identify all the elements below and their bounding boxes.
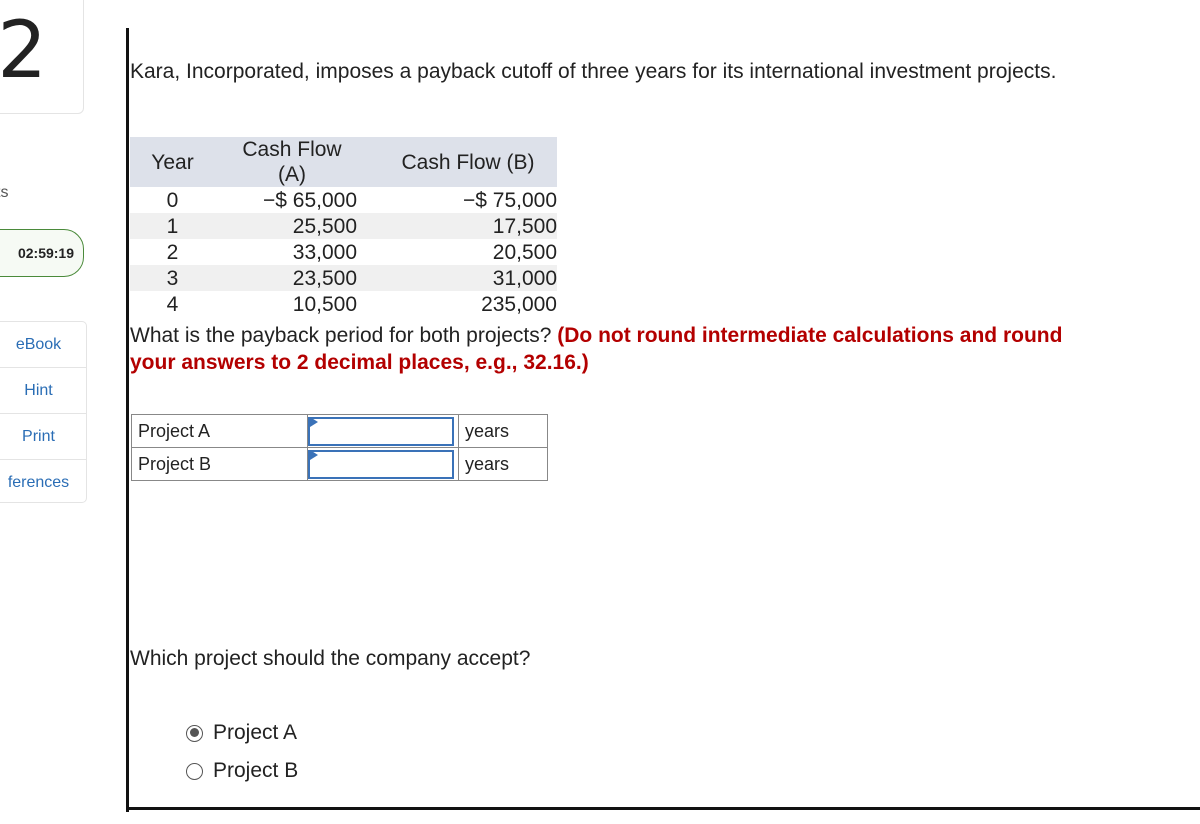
- answer-label: Project A: [131, 414, 308, 448]
- header-year: Year: [151, 150, 194, 174]
- answer-label: Project B: [131, 447, 308, 481]
- prompt-text: What is the payback period for both proj…: [130, 324, 552, 347]
- ebook-link[interactable]: eBook: [0, 322, 86, 368]
- table-row: 3 23,500 31,000: [130, 265, 557, 291]
- radio-unselected-icon[interactable]: [186, 762, 203, 780]
- answer-row-a: Project A years: [131, 414, 548, 448]
- table-row: 4 10,500 235,000: [166, 292, 557, 316]
- header-cash-flow-b: Cash Flow (B): [401, 150, 535, 174]
- input-marker-icon: [310, 417, 318, 427]
- project-b-payback-input[interactable]: [308, 449, 454, 479]
- references-link[interactable]: ferences: [0, 460, 86, 502]
- answer-row-b: Project B years: [131, 447, 548, 481]
- points-label: ts: [0, 184, 9, 201]
- table-row: 0 −$ 65,000 −$ 75,000: [166, 188, 557, 212]
- table-row: 1 25,500 17,500: [130, 213, 557, 239]
- table-row: 2 33,000 20,500: [166, 240, 557, 264]
- accept-prompt: Which project should the company accept?: [130, 647, 531, 670]
- print-link[interactable]: Print: [0, 414, 86, 460]
- option-project-b[interactable]: Project B: [186, 759, 298, 783]
- cash-flow-table: Year Cash Flow (A) Cash Flow (B) 0 −$ 65,00…: [130, 137, 557, 317]
- question-intro: Kara, Incorporated, imposes a payback cu…: [130, 60, 1057, 83]
- unit-label: years: [458, 447, 548, 481]
- content-border-bottom: [126, 807, 1200, 810]
- tools-menu: eBook Hint Print ferences: [0, 321, 87, 503]
- unit-label: years: [458, 414, 548, 448]
- radio-selected-icon[interactable]: [186, 724, 203, 742]
- table-header: Year Cash Flow (A) Cash Flow (B): [130, 137, 557, 187]
- answer-table: Project A years Project B years: [131, 414, 548, 481]
- question-number: 2: [0, 0, 84, 114]
- hint-link[interactable]: Hint: [0, 368, 86, 414]
- header-cash-flow-a: Cash Flow (A): [242, 138, 342, 186]
- content-border-left: [126, 28, 129, 812]
- timer: 02:59:19: [0, 229, 84, 277]
- option-project-a[interactable]: Project A: [186, 721, 297, 745]
- question-prompt: What is the payback period for both proj…: [130, 322, 1070, 376]
- project-a-payback-input[interactable]: [308, 416, 454, 446]
- input-marker-icon: [310, 450, 318, 460]
